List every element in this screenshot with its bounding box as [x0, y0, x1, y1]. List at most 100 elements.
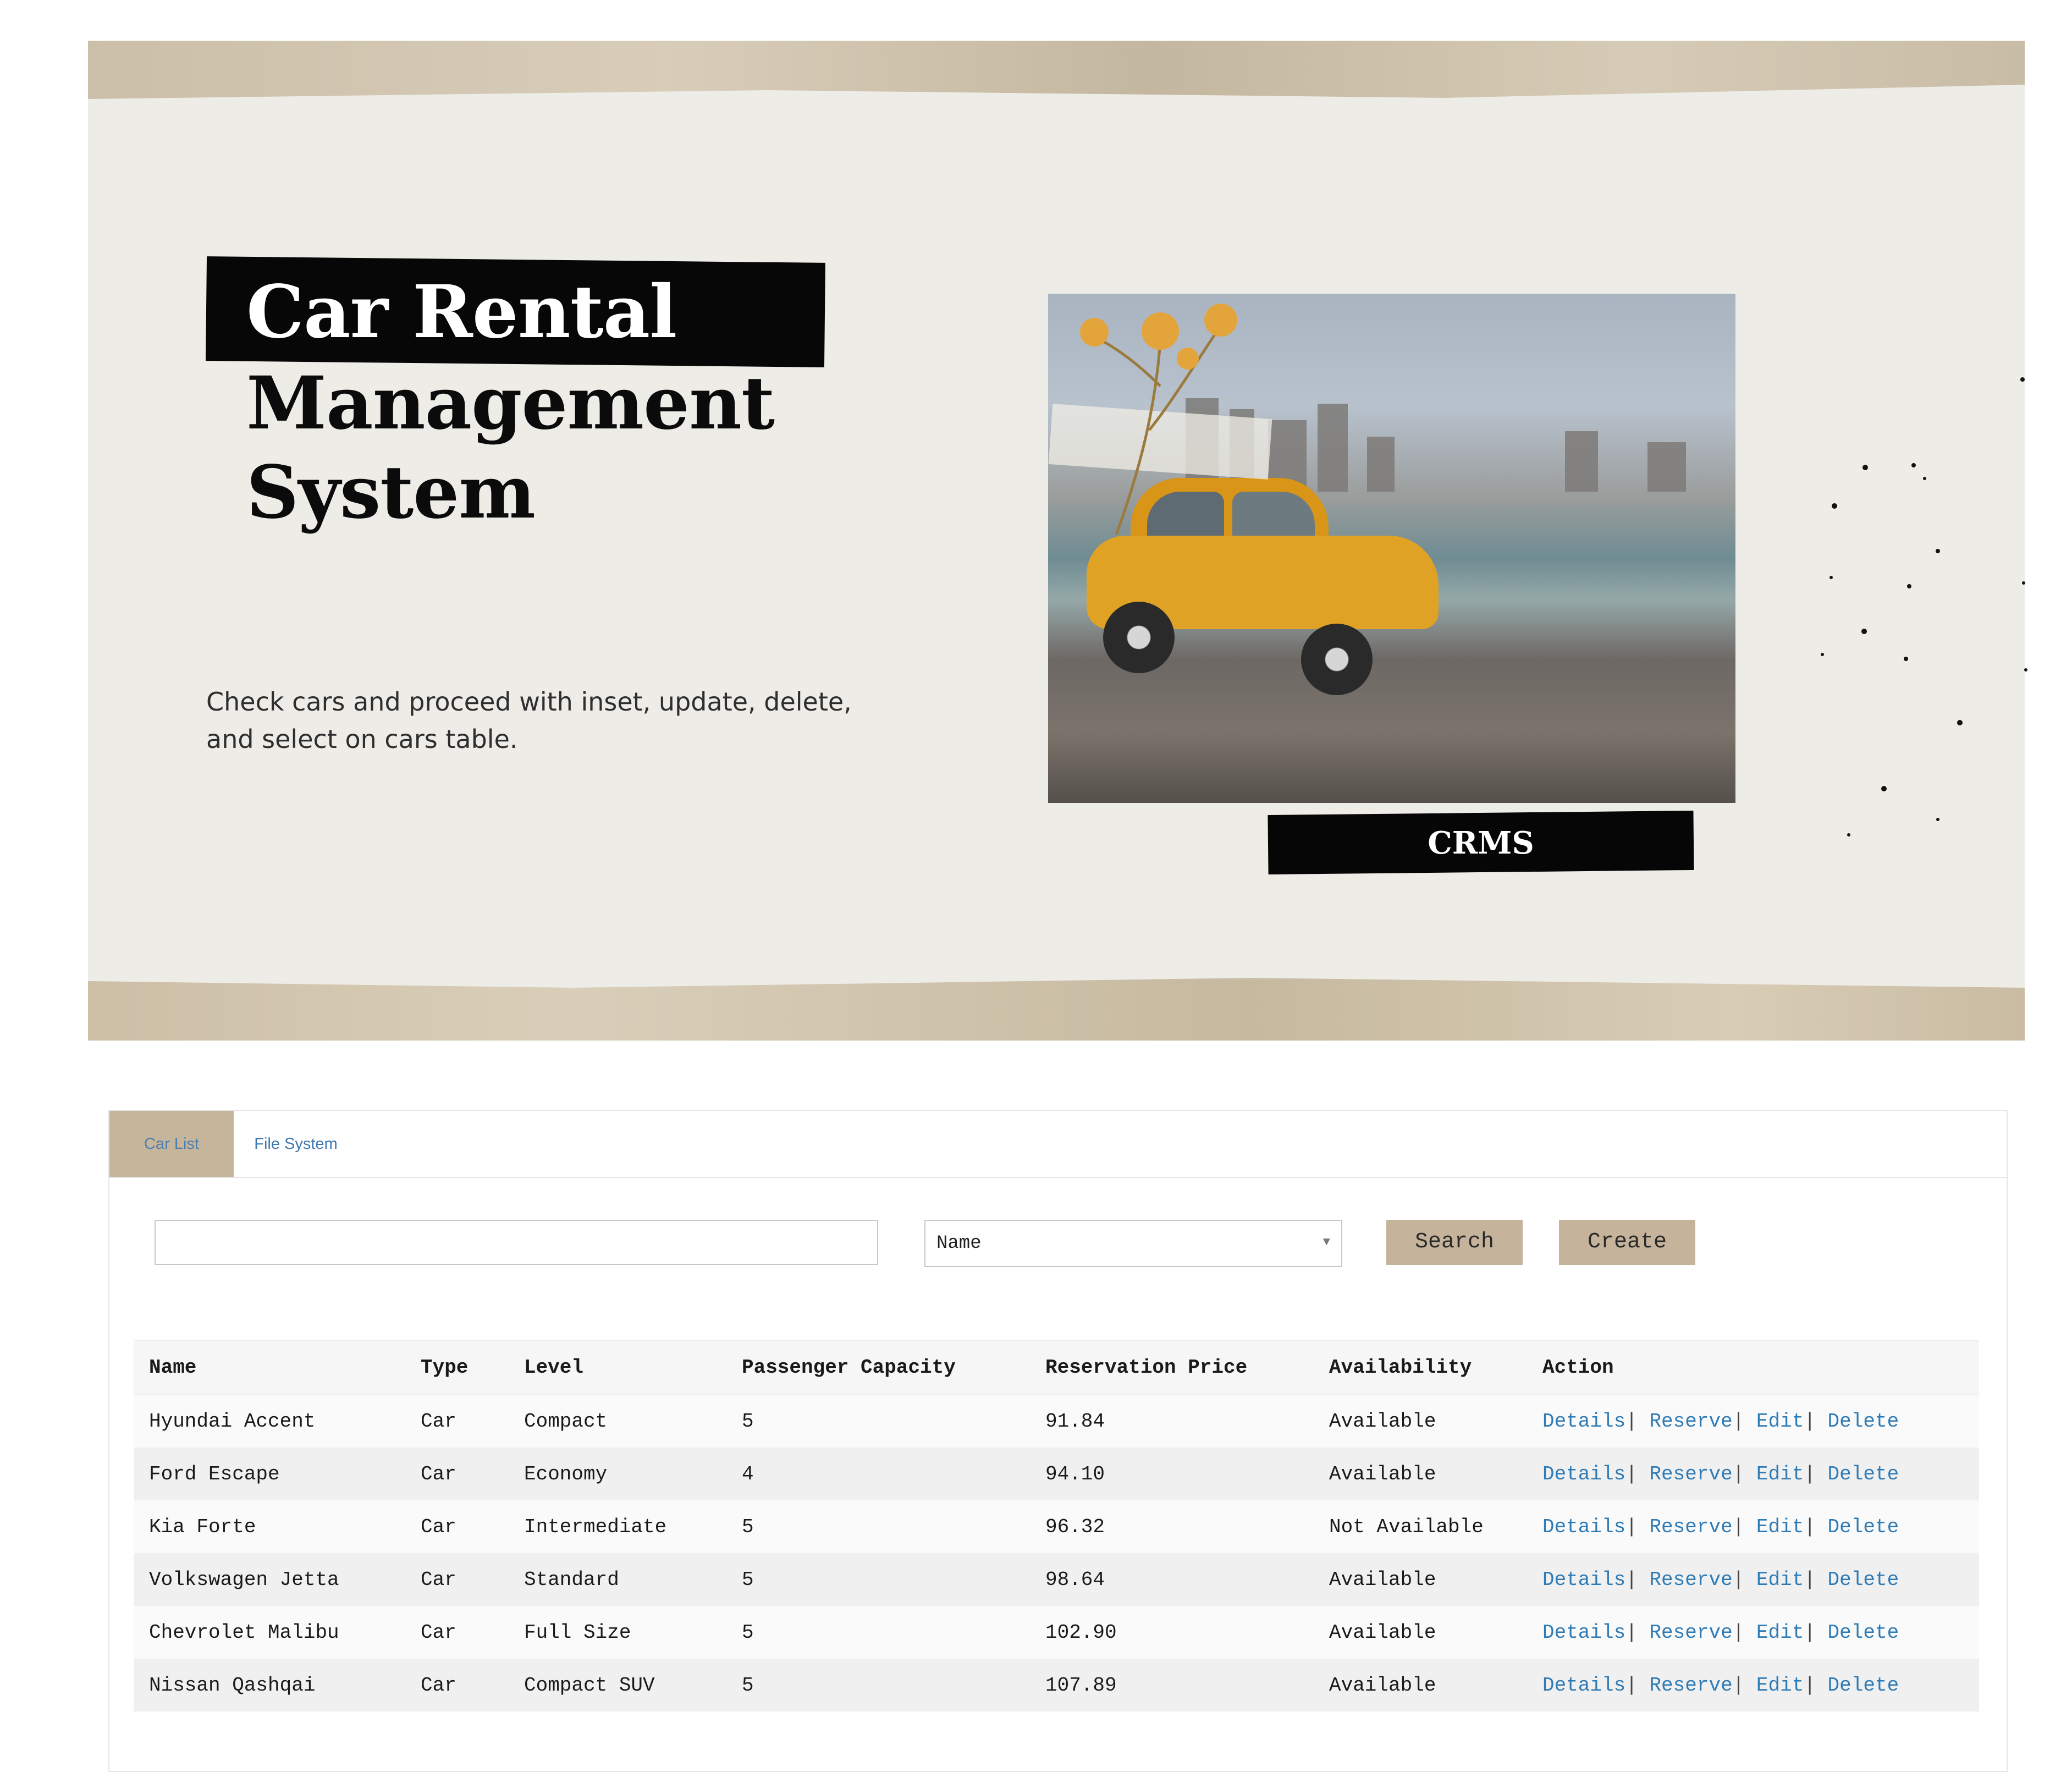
- column-header-name: Name: [134, 1340, 405, 1395]
- table-header-row: Name Type Level Passenger Capacity Reser…: [134, 1340, 1979, 1395]
- delete-link[interactable]: Delete: [1828, 1674, 1899, 1697]
- cell-level: Intermediate: [524, 1515, 667, 1538]
- table-row: Nissan Qashqai Car Compact SUV 5 107.89 Avail…: [134, 1659, 1979, 1712]
- action-separator: |: [1625, 1674, 1638, 1697]
- edit-link[interactable]: Edit: [1756, 1569, 1804, 1591]
- cell-level: Compact: [524, 1410, 608, 1433]
- create-button[interactable]: Create: [1559, 1220, 1695, 1265]
- cell-availability: Available: [1329, 1462, 1436, 1485]
- tab-car-list[interactable]: Car List: [109, 1111, 234, 1177]
- paper-strip-bottom: [88, 980, 2025, 1041]
- cell-actions: Details| Reserve| Edit| Delete: [1527, 1606, 1979, 1659]
- delete-link[interactable]: Delete: [1828, 1621, 1899, 1644]
- cell-type: Car: [421, 1410, 456, 1433]
- cell-capacity: 5: [742, 1568, 754, 1591]
- cell-availability: Available: [1329, 1621, 1436, 1644]
- cell-availability: Available: [1329, 1410, 1436, 1433]
- details-link[interactable]: Details: [1542, 1410, 1625, 1433]
- cell-type: Car: [421, 1568, 456, 1591]
- action-separator: |: [1804, 1621, 1816, 1644]
- dropdown-caret-icon: ▼: [1322, 1235, 1330, 1249]
- details-link[interactable]: Details: [1542, 1463, 1625, 1485]
- cell-capacity: 5: [742, 1515, 754, 1538]
- action-separator: |: [1732, 1462, 1745, 1485]
- column-header-capacity: Passenger Capacity: [726, 1340, 1030, 1395]
- delete-link[interactable]: Delete: [1828, 1463, 1899, 1485]
- cell-level: Full Size: [524, 1621, 631, 1644]
- cell-level: Compact SUV: [524, 1674, 655, 1697]
- cell-capacity: 5: [742, 1410, 754, 1433]
- reserve-link[interactable]: Reserve: [1649, 1463, 1732, 1485]
- reserve-link[interactable]: Reserve: [1649, 1410, 1732, 1433]
- column-header-availability: Availability: [1314, 1340, 1527, 1395]
- action-separator: |: [1625, 1515, 1638, 1538]
- cell-name: Hyundai Accent: [149, 1410, 316, 1433]
- cell-capacity: 5: [742, 1621, 754, 1644]
- cars-table: Name Type Level Passenger Capacity Reser…: [134, 1340, 1979, 1712]
- car-wheel: [1301, 624, 1373, 695]
- action-separator: |: [1804, 1462, 1816, 1485]
- cell-name: Volkswagen Jetta: [149, 1568, 339, 1591]
- cell-type: Car: [421, 1621, 456, 1644]
- table-row: Chevrolet Malibu Car Full Size 5 102.90 Avail…: [134, 1606, 1979, 1659]
- action-separator: |: [1804, 1674, 1816, 1697]
- action-separator: |: [1625, 1410, 1638, 1433]
- delete-link[interactable]: Delete: [1828, 1569, 1899, 1591]
- tab-file-system[interactable]: File System: [234, 1111, 358, 1177]
- edit-link[interactable]: Edit: [1756, 1516, 1804, 1538]
- table-row: Kia Forte Car Intermediate 5 96.32 Not Availa…: [134, 1500, 1979, 1553]
- delete-link[interactable]: Delete: [1828, 1516, 1899, 1538]
- action-separator: |: [1804, 1568, 1816, 1591]
- action-separator: |: [1625, 1462, 1638, 1485]
- ink-splatter-decoration: [1821, 377, 2027, 837]
- action-separator: |: [1732, 1568, 1745, 1591]
- column-header-action: Action: [1527, 1340, 1979, 1395]
- cell-level: Standard: [524, 1568, 619, 1591]
- reserve-link[interactable]: Reserve: [1649, 1674, 1732, 1697]
- action-separator: |: [1732, 1515, 1745, 1538]
- cell-actions: Details| Reserve| Edit| Delete: [1527, 1500, 1979, 1553]
- car-panel: Car List File System Name ▼ Search Creat…: [108, 1110, 2008, 1772]
- cell-price: 102.90: [1045, 1621, 1117, 1644]
- cell-actions: Details| Reserve| Edit| Delete: [1527, 1553, 1979, 1606]
- table-row: Hyundai Accent Car Compact 5 91.84 Available D…: [134, 1394, 1979, 1448]
- cell-price: 107.89: [1045, 1674, 1117, 1697]
- search-input[interactable]: [155, 1220, 878, 1265]
- edit-link[interactable]: Edit: [1756, 1463, 1804, 1485]
- hero-subtitle: Check cars and proceed with inset, updat…: [206, 687, 852, 754]
- cell-price: 94.10: [1045, 1462, 1105, 1485]
- cell-actions: Details| Reserve| Edit| Delete: [1527, 1394, 1979, 1448]
- edit-link[interactable]: Edit: [1756, 1674, 1804, 1697]
- action-separator: |: [1732, 1621, 1745, 1644]
- cell-price: 98.64: [1045, 1568, 1105, 1591]
- cell-type: Car: [421, 1674, 456, 1697]
- cell-type: Car: [421, 1515, 456, 1538]
- details-link[interactable]: Details: [1542, 1516, 1625, 1538]
- search-field-select[interactable]: Name ▼: [924, 1220, 1342, 1267]
- cell-actions: Details| Reserve| Edit| Delete: [1527, 1448, 1979, 1500]
- edit-link[interactable]: Edit: [1756, 1621, 1804, 1644]
- delete-link[interactable]: Delete: [1828, 1410, 1899, 1433]
- cell-name: Nissan Qashqai: [149, 1674, 316, 1697]
- details-link[interactable]: Details: [1542, 1621, 1625, 1644]
- page-title-line-1: Car Rental: [246, 269, 677, 355]
- search-button[interactable]: Search: [1386, 1220, 1523, 1265]
- table-row: Volkswagen Jetta Car Standard 5 98.64 Availab…: [134, 1553, 1979, 1606]
- cell-availability: Available: [1329, 1568, 1436, 1591]
- action-separator: |: [1732, 1410, 1745, 1433]
- edit-link[interactable]: Edit: [1756, 1410, 1804, 1433]
- action-separator: |: [1625, 1568, 1638, 1591]
- reserve-link[interactable]: Reserve: [1649, 1516, 1732, 1538]
- cell-actions: Details| Reserve| Edit| Delete: [1527, 1659, 1979, 1712]
- action-separator: |: [1804, 1410, 1816, 1433]
- table-row: Ford Escape Car Economy 4 94.10 Available Deta…: [134, 1448, 1979, 1500]
- details-link[interactable]: Details: [1542, 1674, 1625, 1697]
- details-link[interactable]: Details: [1542, 1569, 1625, 1591]
- reserve-link[interactable]: Reserve: [1649, 1569, 1732, 1591]
- reserve-link[interactable]: Reserve: [1649, 1621, 1732, 1644]
- action-separator: |: [1732, 1674, 1745, 1697]
- column-header-level: Level: [509, 1340, 726, 1395]
- cell-availability: Not Available: [1329, 1515, 1484, 1538]
- car-wheel: [1103, 602, 1175, 673]
- cell-price: 96.32: [1045, 1515, 1105, 1538]
